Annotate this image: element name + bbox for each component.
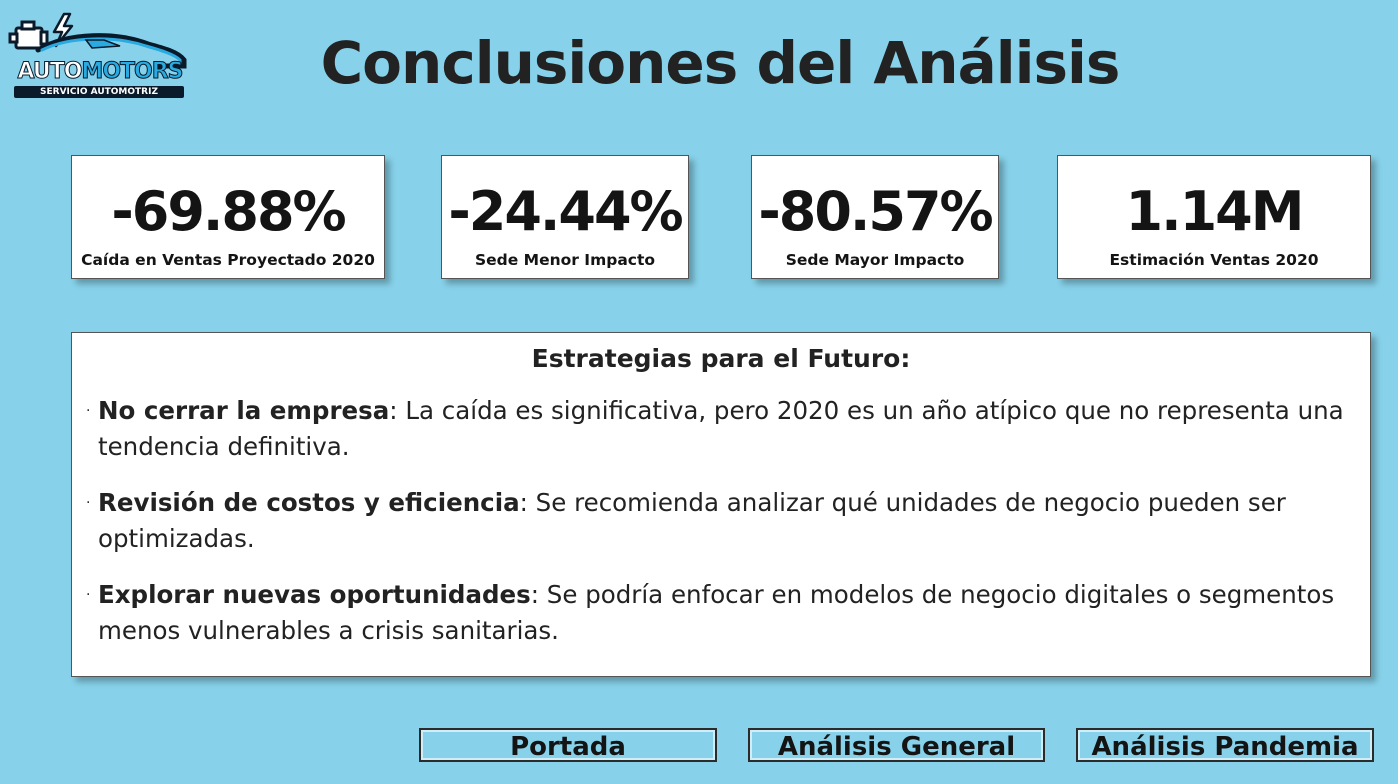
- kpi-value: -24.44%: [448, 180, 683, 243]
- strategy-title: No cerrar la empresa: [98, 396, 390, 425]
- kpi-label: Sede Mayor Impacto: [785, 251, 965, 269]
- kpi-card-sales-estimate: 1.14M Estimación Ventas 2020: [1057, 155, 1371, 279]
- bullet-icon: ·: [86, 587, 91, 603]
- strategy-item: · Explorar nuevas oportunidades: Se podrí…: [86, 577, 1356, 649]
- kpi-card-highest-impact: -80.57% Sede Mayor Impacto: [751, 155, 999, 279]
- strategy-item: · Revisión de costos y eficiencia: Se rec…: [86, 485, 1356, 557]
- portada-button[interactable]: Portada: [419, 728, 717, 762]
- kpi-label: Estimación Ventas 2020: [1109, 251, 1319, 269]
- kpi-card-sales-drop: -69.88% Caída en Ventas Proyectado 2020: [71, 155, 385, 279]
- kpi-value: -69.88%: [111, 180, 346, 243]
- strategy-item: · No cerrar la empresa: La caída es signi…: [86, 393, 1356, 465]
- kpi-label: Sede Menor Impacto: [474, 251, 656, 269]
- strategies-panel: Estrategias para el Futuro: · No cerrar l…: [71, 332, 1371, 677]
- strategies-heading: Estrategias para el Futuro:: [531, 344, 911, 373]
- brand-tagline: SERVICIO AUTOMOTRIZ: [14, 86, 184, 98]
- engine-icon: [8, 20, 49, 50]
- strategy-title: Explorar nuevas oportunidades: [98, 580, 531, 609]
- kpi-label: Caída en Ventas Proyectado 2020: [81, 251, 375, 269]
- brand-name-part1: AUTO: [17, 59, 83, 84]
- brand-logo: AUTOMOTORS SERVICIO AUTOMOTRIZ: [8, 10, 190, 98]
- kpi-card-lowest-impact: -24.44% Sede Menor Impacto: [441, 155, 689, 279]
- strategies-list: · No cerrar la empresa: La caída es signi…: [86, 393, 1356, 669]
- analisis-pandemia-button[interactable]: Análisis Pandemia: [1076, 728, 1374, 762]
- kpi-value: 1.14M: [1125, 180, 1305, 243]
- page-title: Conclusiones del Análisis: [320, 29, 1121, 97]
- kpi-value: -80.57%: [758, 180, 993, 243]
- brand-name: AUTOMOTORS: [12, 59, 188, 84]
- analisis-general-button[interactable]: Análisis General: [748, 728, 1045, 762]
- brand-name-part2: MOTORS: [81, 59, 184, 84]
- bullet-icon: ·: [86, 495, 91, 511]
- strategy-title: Revisión de costos y eficiencia: [98, 488, 520, 517]
- bullet-icon: ·: [86, 403, 91, 419]
